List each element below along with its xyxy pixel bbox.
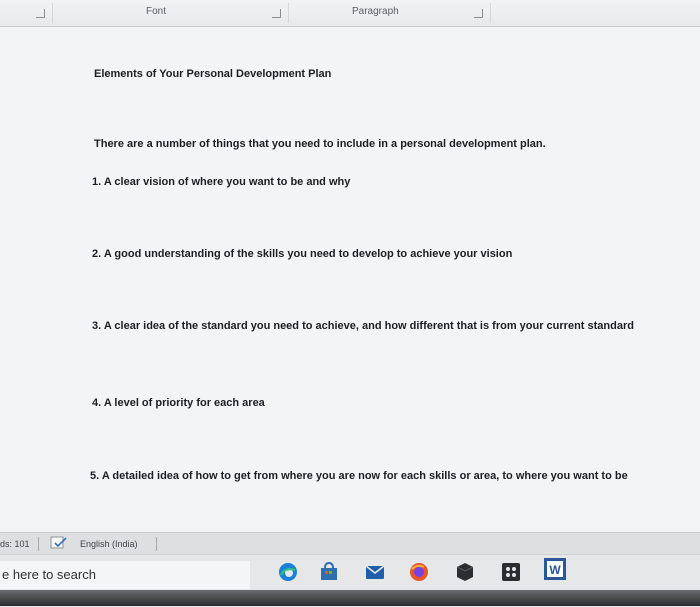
edge-icon[interactable] (277, 561, 299, 583)
ribbon-separator (490, 3, 491, 23)
list-item: 3. A clear idea of the standard you need… (92, 320, 634, 332)
status-bar: ds: 101 English (India) (0, 532, 700, 555)
ribbon-group-font-label: Font (146, 6, 167, 17)
svg-text:W: W (549, 563, 561, 577)
status-separator (156, 537, 157, 551)
paragraph-dialog-launcher-icon[interactable] (474, 9, 483, 18)
ribbon-group-paragraph-label: Paragraph (352, 6, 399, 17)
mail-icon[interactable] (364, 561, 386, 583)
list-item: 4. A level of priority for each area (92, 397, 265, 409)
search-placeholder: e here to search (2, 567, 96, 582)
dialog-launcher-icon[interactable] (36, 9, 45, 18)
xbox-icon[interactable] (500, 561, 522, 583)
ribbon: Font Paragraph (0, 0, 700, 27)
monitor-bezel (0, 590, 700, 606)
list-item: 2. A good understanding of the skills yo… (92, 248, 513, 260)
document-title: Elements of Your Personal Development Pl… (94, 68, 332, 80)
firefox-icon[interactable] (408, 561, 430, 583)
proofing-icon[interactable] (50, 536, 68, 552)
dell-icon[interactable] (454, 561, 476, 583)
ribbon-separator (288, 3, 289, 23)
list-item: 1. A clear vision of where you want to b… (92, 176, 351, 188)
language-indicator[interactable]: English (India) (80, 539, 138, 549)
ribbon-separator (52, 3, 53, 23)
taskbar-search-box[interactable]: e here to search (0, 561, 250, 589)
word-icon[interactable]: W (543, 557, 566, 580)
list-item: 5. A detailed idea of how to get from wh… (90, 470, 628, 482)
status-separator (38, 537, 39, 551)
font-dialog-launcher-icon[interactable] (272, 9, 281, 18)
document-intro: There are a number of things that you ne… (94, 138, 546, 150)
store-icon[interactable] (318, 561, 340, 583)
document-page[interactable]: Elements of Your Personal Development Pl… (0, 27, 700, 532)
word-count[interactable]: ds: 101 (0, 539, 30, 549)
